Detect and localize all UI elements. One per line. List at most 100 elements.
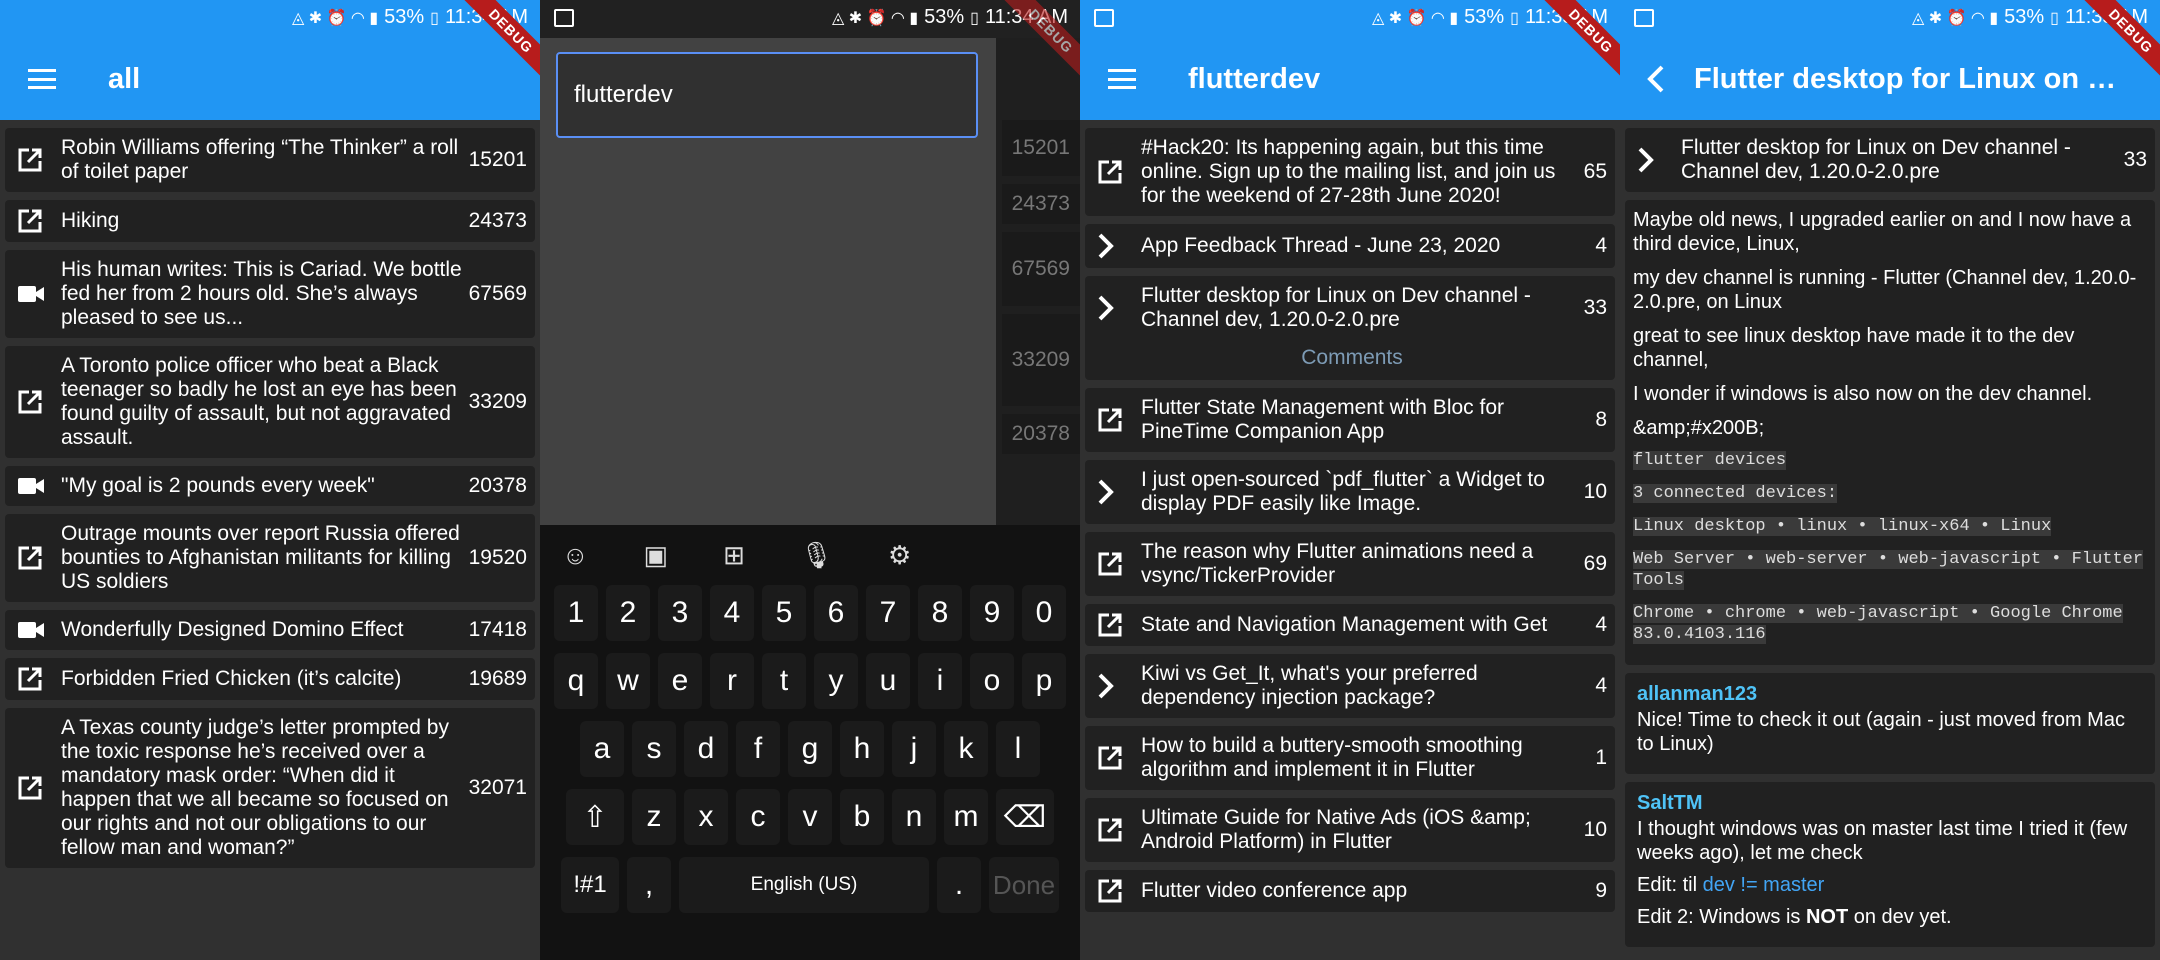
- key-r[interactable]: r: [710, 653, 754, 709]
- background-count: 33209: [1002, 314, 1080, 406]
- post-count: 10: [1583, 480, 1607, 503]
- microphone-icon[interactable]: 🎙: [800, 540, 833, 571]
- page-title: flutterdev: [1188, 62, 1321, 95]
- key-3[interactable]: 3: [658, 585, 702, 641]
- key-j[interactable]: j: [892, 721, 936, 777]
- symbols-key[interactable]: !#1: [561, 857, 619, 913]
- comment-author[interactable]: SaltTM: [1637, 792, 2143, 815]
- key-5[interactable]: 5: [762, 585, 806, 641]
- post-card[interactable]: "My goal is 2 pounds every week" 20378: [5, 466, 535, 506]
- key-x[interactable]: x: [684, 789, 728, 845]
- space-key[interactable]: English (US): [679, 857, 929, 913]
- key-t[interactable]: t: [762, 653, 806, 709]
- post-card[interactable]: Forbidden Fried Chicken (it’s calcite) 19…: [5, 658, 535, 700]
- period-key[interactable]: .: [937, 857, 981, 913]
- keyboard-row-3: ⇧ zxcvbnm ⌫: [540, 789, 1080, 845]
- key-s[interactable]: s: [632, 721, 676, 777]
- menu-icon[interactable]: [0, 69, 84, 89]
- key-k[interactable]: k: [944, 721, 988, 777]
- key-e[interactable]: e: [658, 653, 702, 709]
- shift-key[interactable]: ⇧: [566, 789, 624, 845]
- key-u[interactable]: u: [866, 653, 910, 709]
- keyboard-row-numbers: 1234567890: [540, 585, 1080, 641]
- body-paragraph: I wonder if windows is also now on the d…: [1633, 383, 2093, 405]
- key-8[interactable]: 8: [918, 585, 962, 641]
- search-input[interactable]: [558, 54, 976, 136]
- key-7[interactable]: 7: [866, 585, 910, 641]
- post-card[interactable]: I just open-sourced `pdf_flutter` a Widg…: [1085, 460, 1615, 524]
- post-card[interactable]: His human writes: This is Cariad. We bot…: [5, 250, 535, 338]
- key-c[interactable]: c: [736, 789, 780, 845]
- post-card[interactable]: App Feedback Thread - June 23, 2020 4: [1085, 224, 1615, 268]
- battery-icon: ▯: [1510, 9, 1519, 27]
- back-arrow-icon[interactable]: [1620, 64, 1692, 94]
- key-z[interactable]: z: [632, 789, 676, 845]
- key-v[interactable]: v: [788, 789, 832, 845]
- key-9[interactable]: 9: [970, 585, 1014, 641]
- key-g[interactable]: g: [788, 721, 832, 777]
- key-o[interactable]: o: [970, 653, 1014, 709]
- open-in-new-icon: [1097, 612, 1141, 638]
- key-l[interactable]: l: [996, 721, 1040, 777]
- key-f[interactable]: f: [736, 721, 780, 777]
- post-card[interactable]: Flutter desktop for Linux on Dev channel…: [1085, 276, 1615, 380]
- app-bar: flutterdev: [1080, 38, 1620, 120]
- key-6[interactable]: 6: [814, 585, 858, 641]
- post-card[interactable]: The reason why Flutter animations need a…: [1085, 532, 1615, 596]
- post-header[interactable]: Flutter desktop for Linux on Dev channel…: [1625, 128, 2155, 192]
- menu-icon[interactable]: [1080, 69, 1164, 89]
- open-in-new-icon: [17, 208, 61, 234]
- comment-link[interactable]: dev != master: [1703, 874, 1825, 896]
- done-key[interactable]: Done: [989, 857, 1059, 913]
- key-p[interactable]: p: [1022, 653, 1066, 709]
- key-d[interactable]: d: [684, 721, 728, 777]
- key-q[interactable]: q: [554, 653, 598, 709]
- open-in-new-icon: [17, 147, 61, 173]
- post-card[interactable]: How to build a buttery-smooth smoothing …: [1085, 726, 1615, 790]
- sticker-icon[interactable]: ▣: [644, 540, 669, 571]
- post-card[interactable]: A Texas county judge’s letter prompted b…: [5, 708, 535, 868]
- panel-post-detail: ◬ ✱ ⏰ ◠ ▮53%▯11:35 AM DEBUG Flutter desk…: [1620, 0, 2160, 960]
- post-card[interactable]: Robin Williams offering “The Thinker” a …: [5, 128, 535, 192]
- post-card[interactable]: Kiwi vs Get_It, what's your preferred de…: [1085, 654, 1615, 718]
- post-card[interactable]: A Toronto police officer who beat a Blac…: [5, 346, 535, 458]
- key-4[interactable]: 4: [710, 585, 754, 641]
- post-count: 65: [1583, 160, 1607, 183]
- post-card[interactable]: Wonderfully Designed Domino Effect 17418: [5, 610, 535, 650]
- code-line: Linux desktop • linux • linux-x64 • Linu…: [1633, 517, 2052, 536]
- comment-text: I thought windows was on master last tim…: [1637, 818, 2128, 864]
- status-bar: ◬ ✱ ⏰ ◠ ▮53%▯11:34 AM: [0, 0, 540, 38]
- key-1[interactable]: 1: [554, 585, 598, 641]
- open-in-new-icon: [1097, 878, 1141, 904]
- post-card[interactable]: Flutter State Management with Bloc for P…: [1085, 388, 1615, 452]
- comments-button[interactable]: Comments: [1097, 346, 1607, 370]
- key-m[interactable]: m: [944, 789, 988, 845]
- post-title: Wonderfully Designed Domino Effect: [61, 618, 404, 641]
- post-card[interactable]: Ultimate Guide for Native Ads (iOS &amp;…: [1085, 798, 1615, 862]
- post-title: A Texas county judge’s letter prompted b…: [61, 716, 449, 859]
- post-card[interactable]: State and Navigation Management with Get…: [1085, 604, 1615, 646]
- key-b[interactable]: b: [840, 789, 884, 845]
- comment-text: Nice! Time to check it out (again - just…: [1637, 709, 2125, 755]
- comma-key[interactable]: ,: [627, 857, 671, 913]
- settings-icon[interactable]: ⚙: [888, 540, 911, 571]
- search-field[interactable]: [556, 52, 978, 138]
- post-card[interactable]: Outrage mounts over report Russia offere…: [5, 514, 535, 602]
- post-card[interactable]: Flutter video conference app 9: [1085, 870, 1615, 912]
- comment-author[interactable]: allanman123: [1637, 683, 2143, 706]
- key-i[interactable]: i: [918, 653, 962, 709]
- key-h[interactable]: h: [840, 721, 884, 777]
- key-y[interactable]: y: [814, 653, 858, 709]
- key-w[interactable]: w: [606, 653, 650, 709]
- key-2[interactable]: 2: [606, 585, 650, 641]
- key-a[interactable]: a: [580, 721, 624, 777]
- gif-icon[interactable]: ⊞: [723, 540, 745, 571]
- backspace-key[interactable]: ⌫: [996, 789, 1054, 845]
- post-card[interactable]: Hiking 24373: [5, 200, 535, 242]
- key-0[interactable]: 0: [1022, 585, 1066, 641]
- post-card[interactable]: #Hack20: Its happening again, but this t…: [1085, 128, 1615, 216]
- battery-text: 53%: [2004, 6, 2045, 28]
- emoji-icon[interactable]: ☺: [562, 540, 589, 571]
- key-n[interactable]: n: [892, 789, 936, 845]
- app-bar: all: [0, 38, 540, 120]
